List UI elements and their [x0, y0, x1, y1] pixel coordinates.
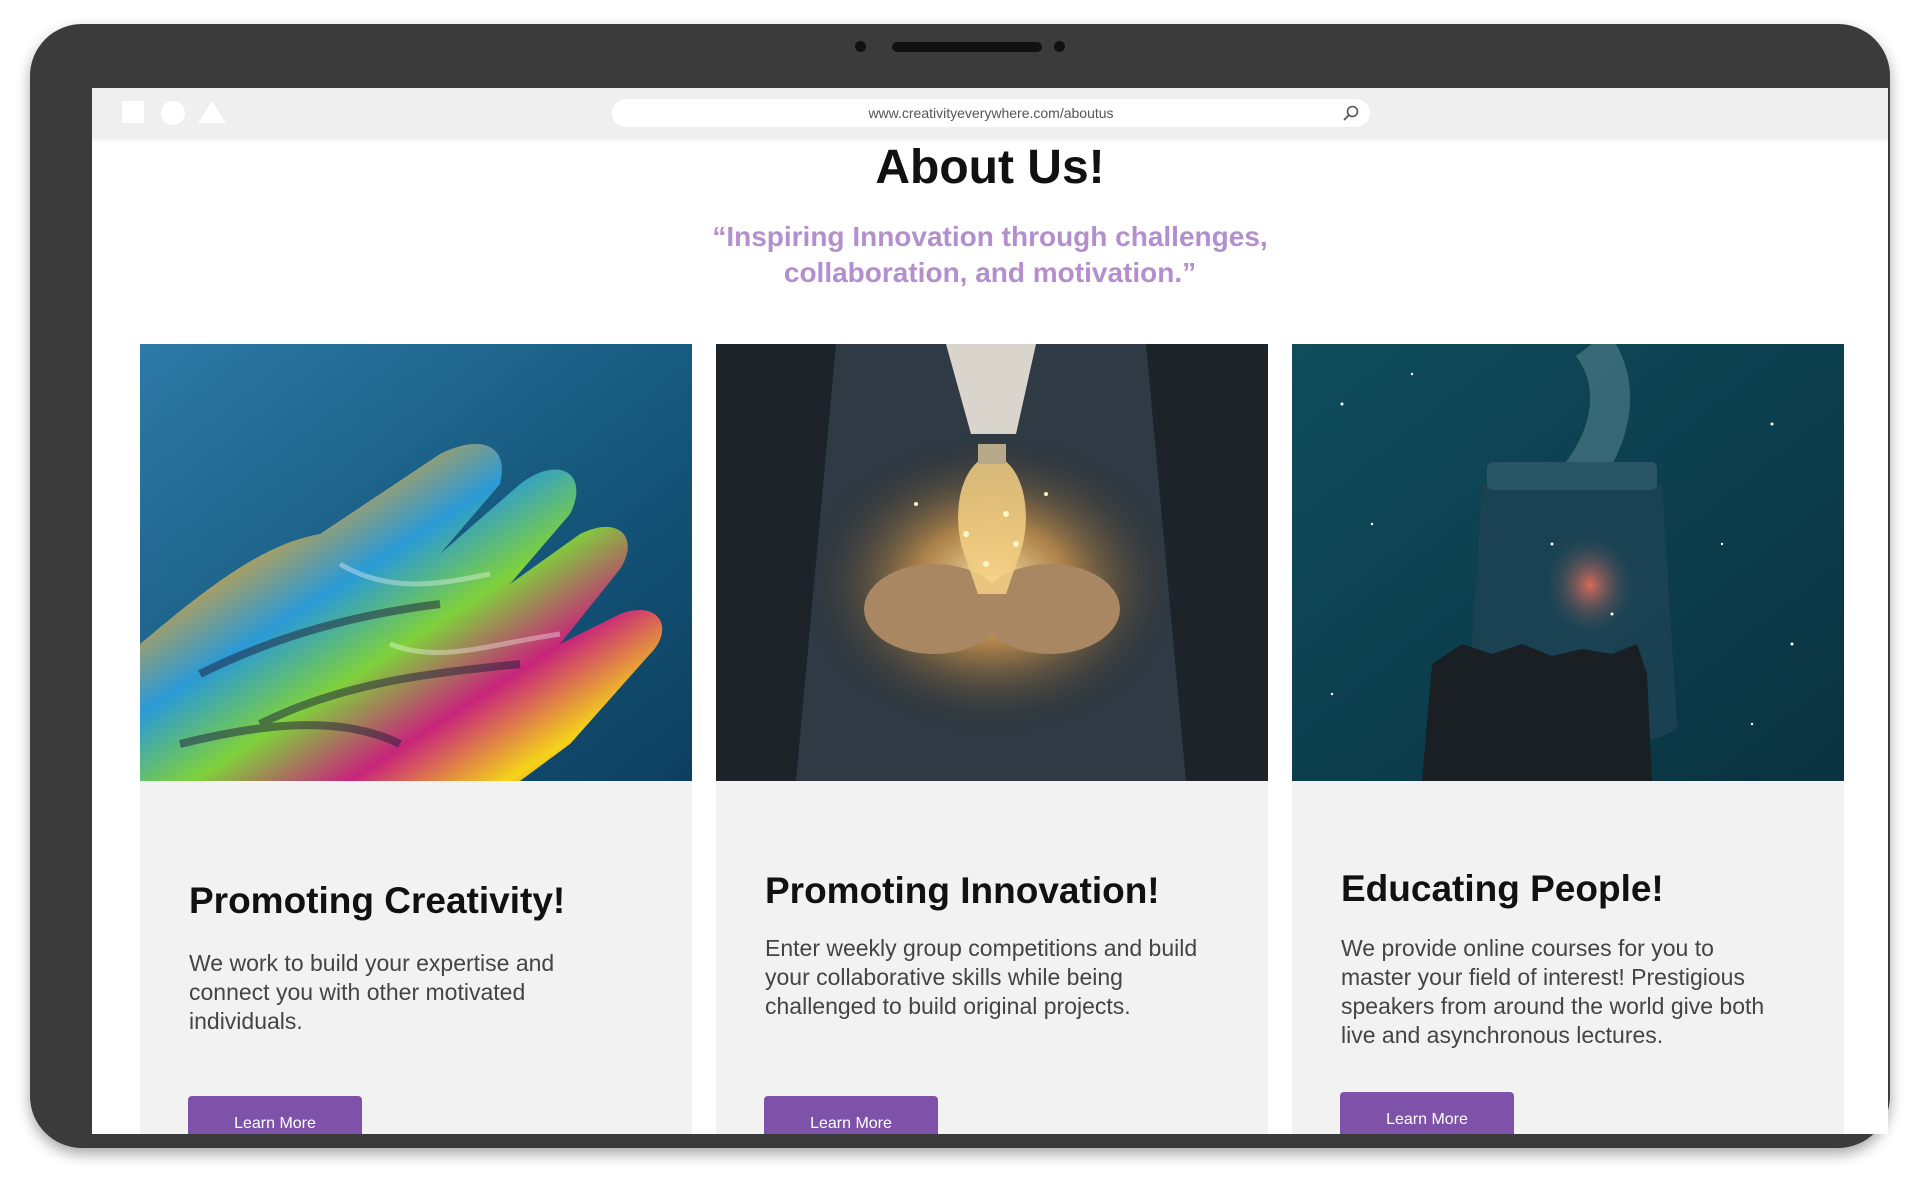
url-text: www.creativityeverywhere.com/aboutus: [868, 105, 1114, 121]
address-bar[interactable]: www.creativityeverywhere.com/aboutus: [612, 99, 1370, 127]
circle-icon: [161, 101, 185, 125]
triangle-icon: [198, 101, 226, 123]
camera-bar: [855, 38, 1065, 54]
camera-dot-icon: [855, 41, 866, 52]
speaker-slot: [892, 42, 1042, 52]
learn-more-button[interactable]: Learn More: [1340, 1092, 1514, 1134]
card-description: Enter weekly group competitions and buil…: [765, 935, 1198, 1019]
card-educating-people: Educating People! We provide online cour…: [1292, 344, 1844, 1134]
tagline-line: collaboration, and motivation.”: [783, 257, 1197, 288]
search-icon[interactable]: [1342, 104, 1360, 122]
card-description: We work to build your expertise and conn…: [189, 950, 555, 1034]
tagline-line: “Inspiring Innovation through challenges…: [712, 221, 1268, 252]
painted-hand-image: [140, 344, 692, 781]
card-title: Educating People!: [1341, 868, 1664, 909]
browser-toolbar: www.creativityeverywhere.com/aboutus: [92, 88, 1888, 138]
camera-dot-icon: [1054, 41, 1065, 52]
learn-more-button[interactable]: Learn More: [764, 1096, 938, 1134]
card-title: Promoting Creativity!: [189, 880, 566, 921]
page-title: About Us!: [875, 141, 1105, 194]
galaxy-jar-image: [1292, 344, 1844, 781]
card-description: We provide online courses for you to mas…: [1341, 935, 1765, 1048]
card-promoting-innovation: Promoting Innovation! Enter weekly group…: [716, 344, 1268, 1134]
browser-screen: www.creativityeverywhere.com/aboutus Abo…: [92, 88, 1888, 1134]
card-title: Promoting Innovation!: [765, 870, 1160, 911]
tagline: “Inspiring Innovation through challenges…: [92, 219, 1888, 291]
learn-more-button[interactable]: Learn More: [188, 1096, 362, 1134]
device-frame: www.creativityeverywhere.com/aboutus Abo…: [30, 24, 1890, 1148]
square-icon: [122, 101, 144, 123]
card-promoting-creativity: Promoting Creativity! We work to build y…: [140, 344, 692, 1134]
lightbulb-hands-image: [716, 344, 1268, 781]
